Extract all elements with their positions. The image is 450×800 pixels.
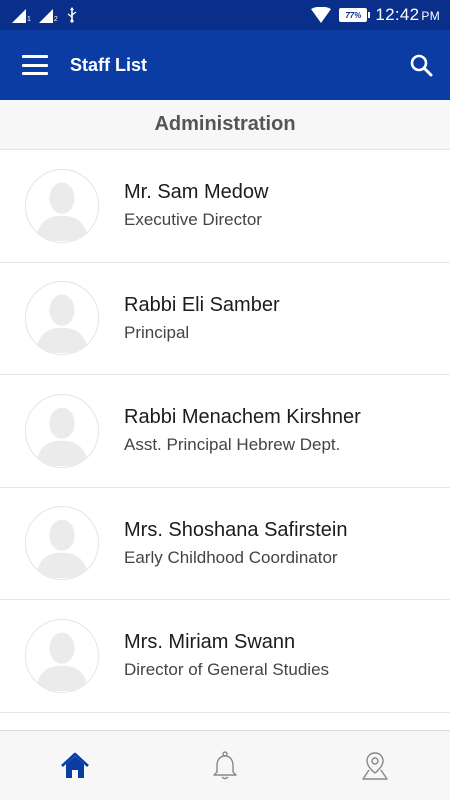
staff-name: Rabbi Menachem Kirshner [124,406,361,429]
clock-time: 12:42 [375,5,420,24]
avatar-placeholder [25,393,99,468]
staff-name: Mrs. Shoshana Safirstein [124,518,348,541]
status-bar: 1 2 77% 12:42 PM [0,0,450,30]
staff-text: Mr. Sam Medow Executive Director [124,181,268,230]
avatar-placeholder [25,168,99,243]
avatar-placeholder [25,618,99,693]
wifi-icon [311,7,332,23]
staff-row[interactable]: Mrs. Shoshana Safirstein Early Childhood… [0,488,450,600]
page-title: Staff List [70,54,148,75]
staff-row[interactable]: Mr. Sam Medow Executive Director [0,150,450,263]
staff-list: Mr. Sam Medow Executive Director Rabbi E… [0,150,450,730]
staff-row[interactable]: Rabbi Menachem Kirshner Asst. Principal … [0,375,450,488]
staff-text: Mrs. Miriam Swann Director of General St… [124,631,329,680]
nav-map[interactable] [300,731,450,800]
home-icon [61,752,89,778]
clock: 12:42 PM [375,5,440,25]
section-header: Administration [0,100,450,150]
staff-name: Mrs. Miriam Swann [124,631,296,654]
person-silhouette-icon [35,632,89,691]
person-silhouette-icon [35,519,89,579]
avatar-placeholder [25,506,99,581]
staff-title: Early Childhood Coordinator [124,547,338,567]
person-silhouette-icon [35,407,89,466]
search-icon[interactable] [406,50,436,80]
clock-ampm: PM [421,9,440,23]
nav-home[interactable] [0,731,150,800]
staff-text: Mrs. Shoshana Safirstein Early Childhood… [124,519,347,568]
usb-icon [67,7,77,23]
bell-icon [213,750,237,779]
staff-title: Executive Director [124,210,262,230]
signal-sim2: 2 [38,7,58,23]
signal-icon [12,9,26,23]
bottom-nav [0,730,450,800]
staff-row[interactable]: Rabbi Eli Samber Principal [0,263,450,375]
nav-notifications[interactable] [150,731,300,800]
status-left: 1 2 [12,7,78,23]
app-bar: Staff List [0,30,450,100]
staff-title: Director of General Studies [124,660,330,680]
person-silhouette-icon [35,294,89,354]
signal-icon [38,9,53,23]
staff-name: Mr. Sam Medow [124,181,269,204]
staff-row[interactable]: Mrs. Miriam Swann Director of General St… [0,600,450,713]
staff-title: Asst. Principal Hebrew Dept. [124,435,341,455]
staff-title: Principal [124,322,190,342]
hamburger-menu-icon[interactable] [22,55,48,75]
battery-indicator: 77% [339,8,371,22]
battery-level: 77% [345,10,362,20]
avatar-placeholder [25,281,99,356]
staff-name: Rabbi Eli Samber [124,293,280,316]
staff-text: Rabbi Menachem Kirshner Asst. Principal … [124,406,361,455]
sim1-label: 1 [27,16,31,23]
person-silhouette-icon [35,182,89,241]
map-pin-icon [362,751,388,780]
signal-sim1: 1 [12,7,31,23]
status-right: 77% 12:42 PM [311,5,440,25]
sim2-label: 2 [53,16,58,23]
staff-text: Rabbi Eli Samber Principal [124,294,280,343]
